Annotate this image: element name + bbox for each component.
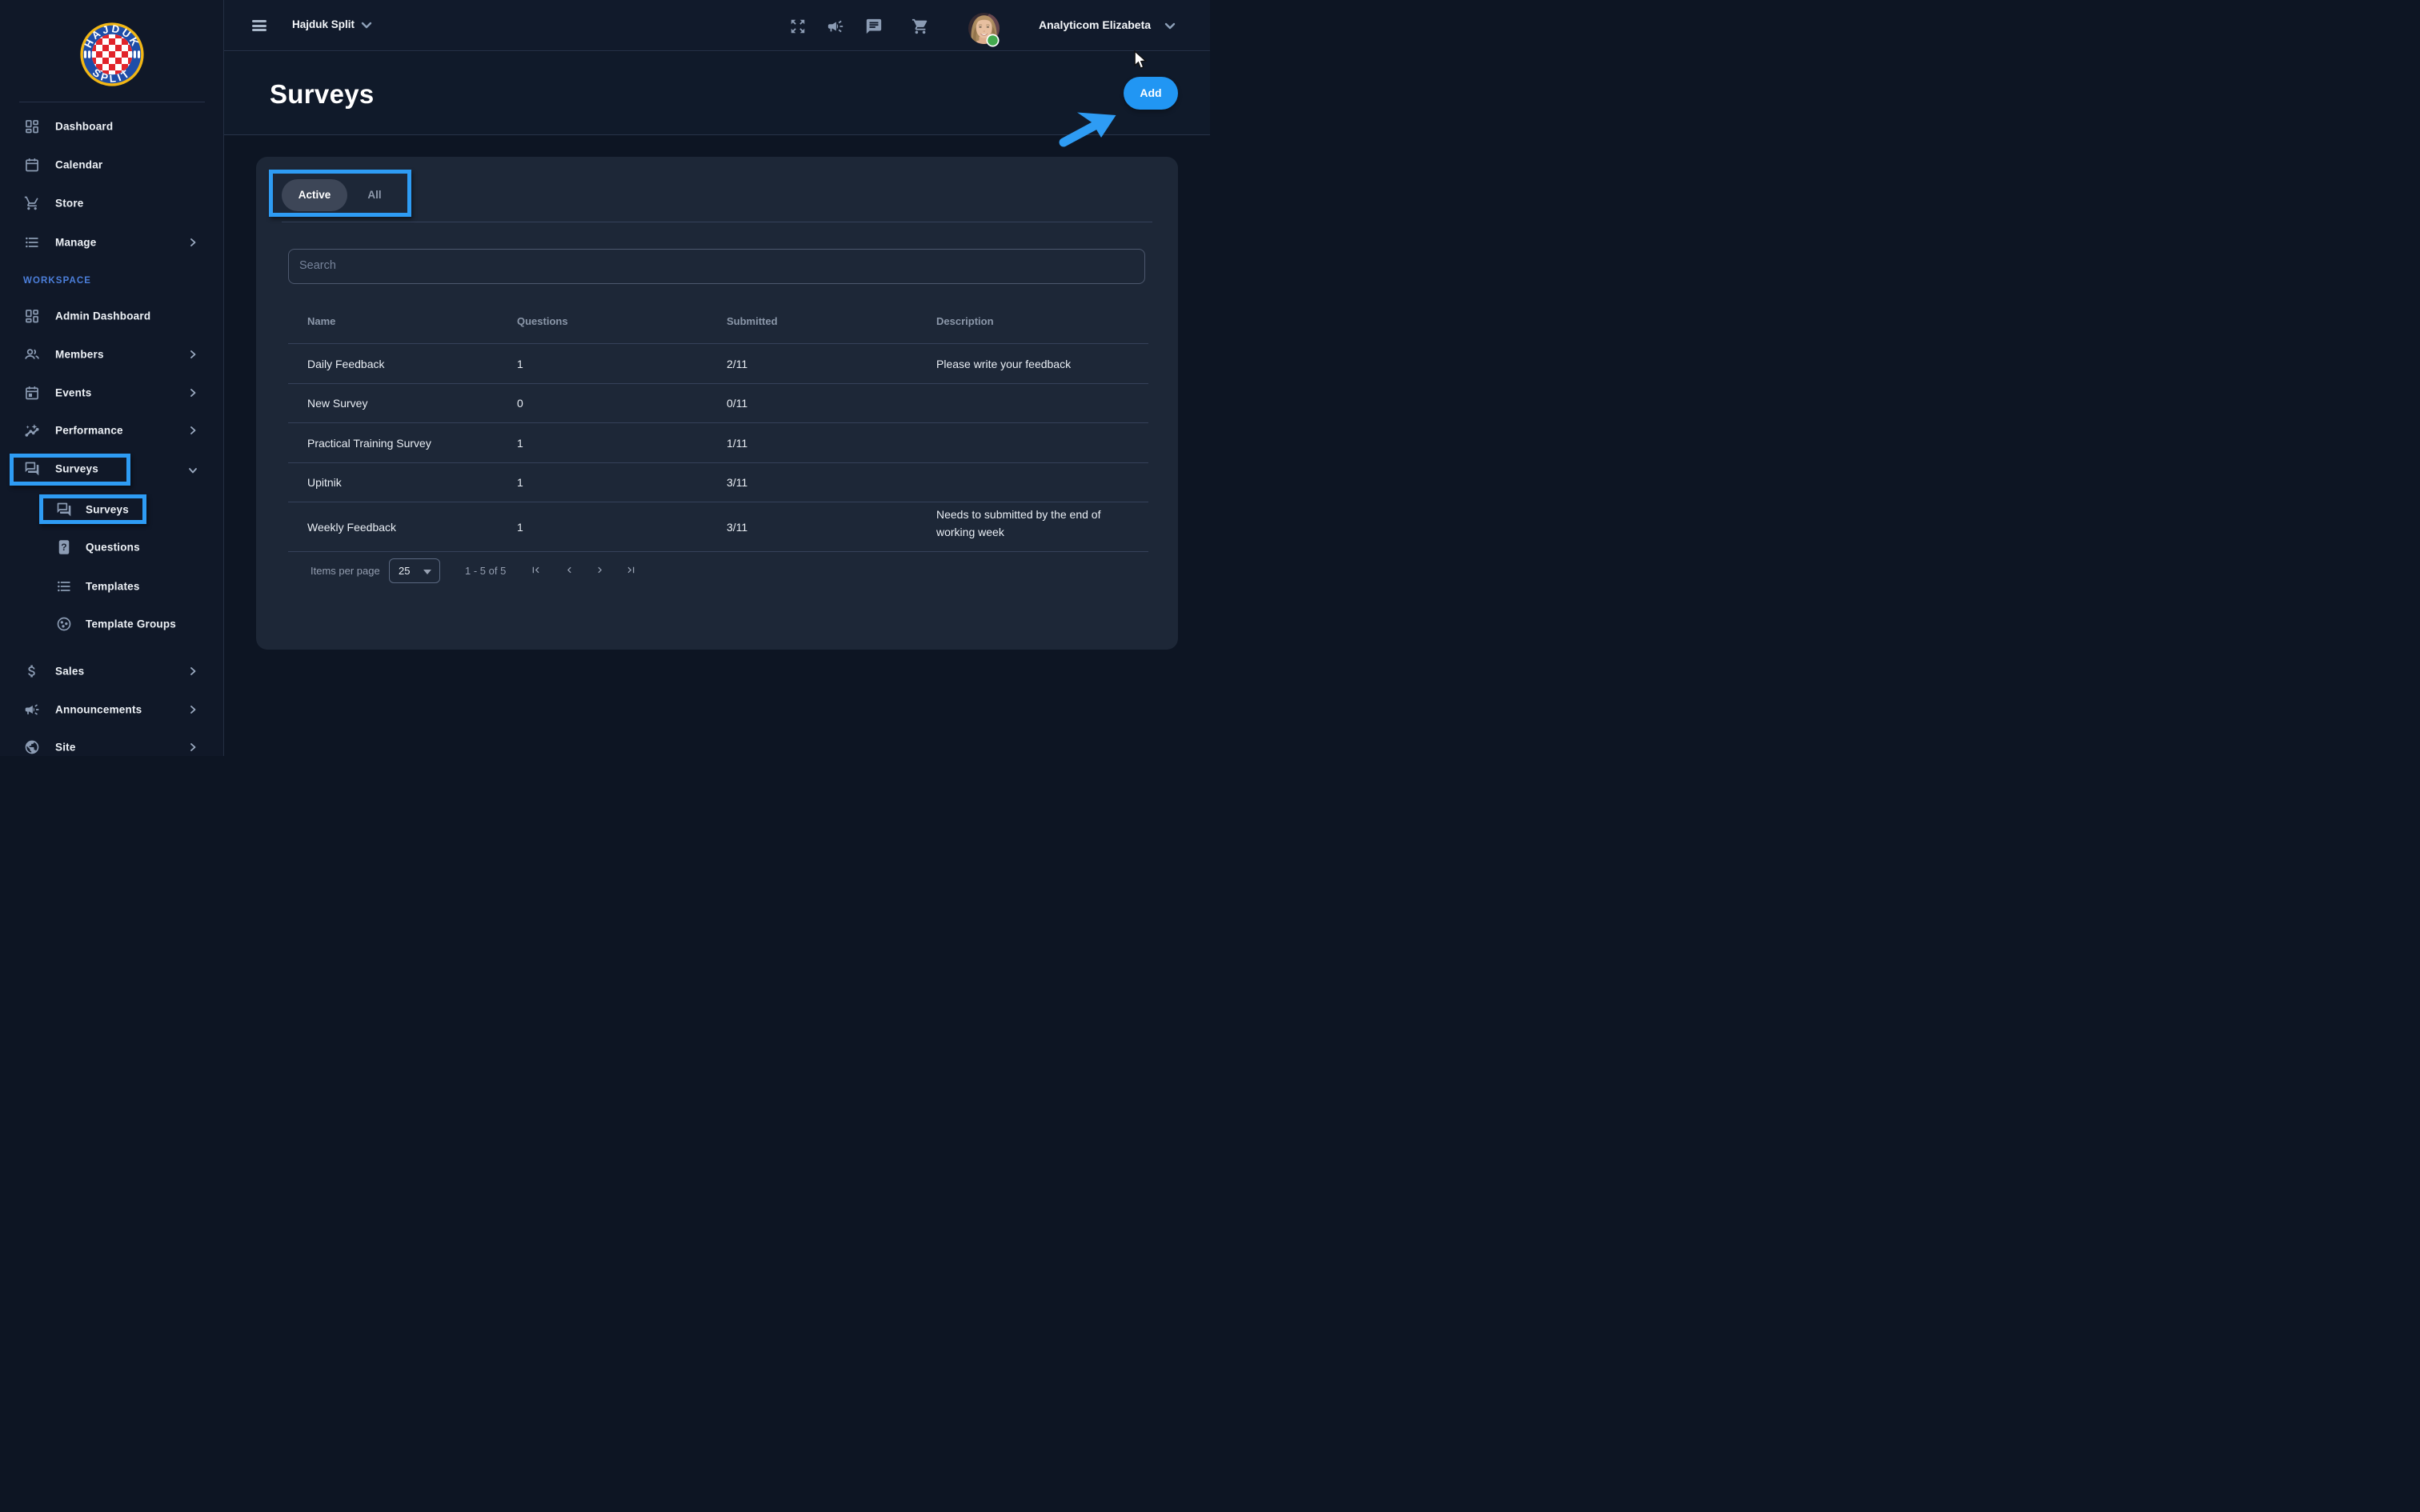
svg-text:?: ? <box>61 542 66 553</box>
